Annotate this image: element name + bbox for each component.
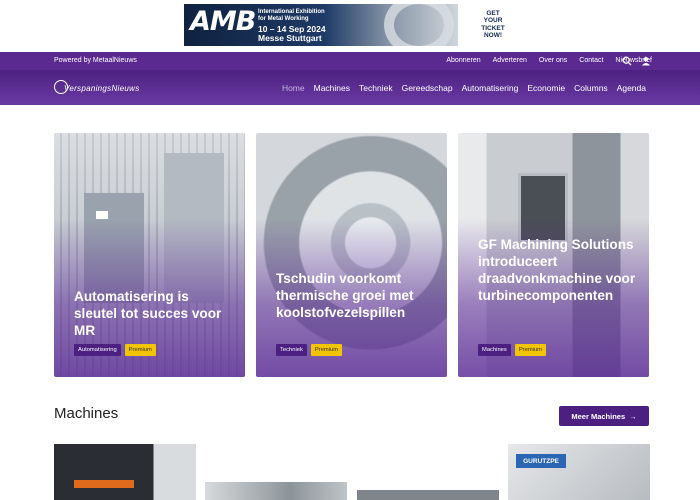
featured-card[interactable]: Tschudin voorkomt thermische groei met k… <box>256 133 447 377</box>
machine-thumbnail[interactable] <box>54 444 196 500</box>
main-nav: VerspaningsNieuws Home Machines Techniek… <box>0 70 700 105</box>
site-logo[interactable]: VerspaningsNieuws <box>54 80 139 96</box>
ad-cta[interactable]: GET YOUR TICKET NOW! <box>468 10 518 40</box>
card-tags: Techniek Premium <box>276 344 343 356</box>
category-badge[interactable]: Automatisering <box>74 344 121 356</box>
nav-item-home[interactable]: Home <box>282 83 305 93</box>
premium-badge: Premium <box>124 344 156 356</box>
card-tags: Automatisering Premium <box>74 344 156 356</box>
ad-banner[interactable]: AMB International Exhibition for Metal W… <box>184 4 518 46</box>
ad-logo: AMB <box>190 6 256 37</box>
user-icon[interactable] <box>641 56 651 66</box>
ad-subtitle: International Exhibition for Metal Worki… <box>258 9 325 22</box>
search-icon[interactable] <box>622 56 632 66</box>
card-tags: Machines Premium <box>478 344 547 356</box>
featured-card[interactable]: Automatisering is sleutel tot succes voo… <box>54 133 245 377</box>
card-title[interactable]: Automatisering is sleutel tot succes voo… <box>74 288 235 339</box>
section-title: Machines <box>54 405 119 422</box>
nav-item-machines[interactable]: Machines <box>314 83 350 93</box>
nav-item-automatisering[interactable]: Automatisering <box>462 83 519 93</box>
machine-thumbnail[interactable] <box>357 490 499 500</box>
ad-dates: 10 – 14 Sep 2024 Messe Stuttgart <box>258 24 326 43</box>
link-abonneren[interactable]: Abonneren <box>446 57 480 64</box>
nav-item-columns[interactable]: Columns <box>574 83 608 93</box>
premium-badge: Premium <box>514 344 547 356</box>
card-title[interactable]: GF Machining Solutions introduceert draa… <box>478 236 639 304</box>
more-machines-button[interactable]: Meer Machines → <box>559 406 649 426</box>
nav-item-gereedschap[interactable]: Gereedschap <box>402 83 453 93</box>
powered-by-link[interactable]: Powered by MetaalNieuws <box>54 57 137 64</box>
premium-badge: Premium <box>310 344 343 356</box>
machine-thumbnail[interactable]: GURUTZPE <box>508 444 650 500</box>
ad-graphic <box>384 4 454 46</box>
brand-sign: GURUTZPE <box>516 454 566 468</box>
nav-menu: Home Machines Techniek Gereedschap Autom… <box>282 83 646 93</box>
machine-thumbnail[interactable] <box>205 482 347 500</box>
arrow-right-icon: → <box>629 411 637 421</box>
link-over-ons[interactable]: Over ons <box>539 57 567 64</box>
card-title[interactable]: Tschudin voorkomt thermische groei met k… <box>276 270 437 321</box>
category-badge[interactable]: Techniek <box>276 344 307 356</box>
nav-item-economie[interactable]: Economie <box>527 83 565 93</box>
nav-item-agenda[interactable]: Agenda <box>617 83 646 93</box>
top-bar: Powered by MetaalNieuws Abonneren Advert… <box>0 52 700 70</box>
category-badge[interactable]: Machines <box>478 344 511 356</box>
link-contact[interactable]: Contact <box>579 57 603 64</box>
featured-card[interactable]: GF Machining Solutions introduceert draa… <box>458 133 649 377</box>
link-adverteren[interactable]: Adverteren <box>493 57 527 64</box>
nav-item-techniek[interactable]: Techniek <box>359 83 393 93</box>
